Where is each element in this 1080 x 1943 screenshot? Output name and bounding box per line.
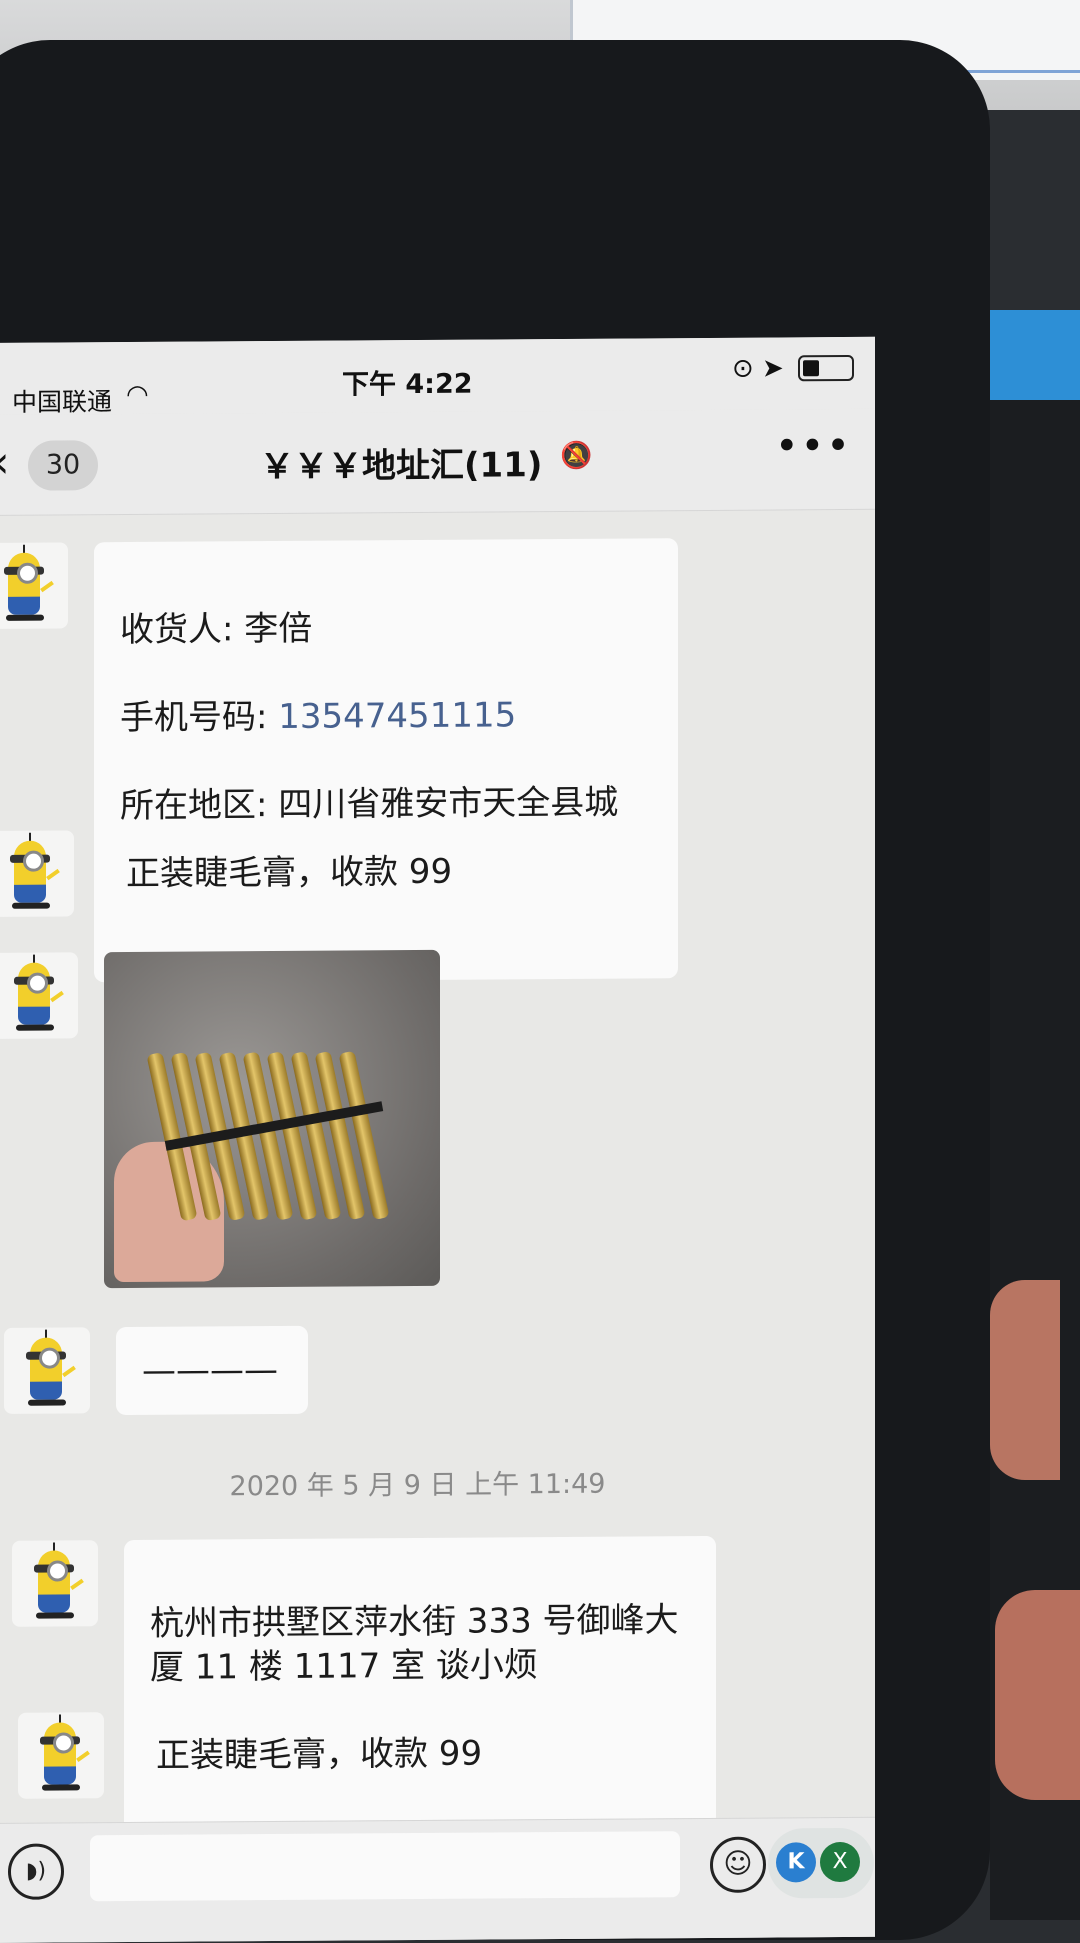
mascara-tubes-photo[interactable] — [104, 949, 440, 1289]
message-bubble[interactable]: 正装睫毛膏，收款 99 — [100, 827, 479, 919]
emoji-icon[interactable]: ☺ — [710, 1836, 766, 1893]
chat-input-bar: ◗) ☺ K X — [0, 1816, 875, 1943]
chat-screen: 中国联通 ◠ 下午 4:22 ⊙ ➤ ‹ 30 ￥￥￥地址汇(11) 🔕 •••… — [0, 336, 875, 1943]
avatar[interactable] — [0, 952, 78, 1039]
wifi-icon: ◠ — [126, 379, 149, 411]
message-input[interactable] — [90, 1831, 680, 1902]
chat-timestamp: 2020 年 5 月 9 日 上午 11:49 — [229, 1468, 606, 1503]
avatar[interactable] — [4, 1327, 90, 1414]
message-text: 杭州市拱墅区萍水街 333 号御峰大 厦 11 楼 1117 室 谈小烦 — [150, 1600, 679, 1688]
status-bar: 中国联通 ◠ 下午 4:22 ⊙ ➤ — [0, 336, 875, 417]
finger — [995, 1590, 1080, 1800]
message-row: 正装睫毛膏，收款 99 — [18, 1709, 509, 1801]
message-line: 所在地区: 四川省雅安市天全县城 — [120, 782, 619, 827]
message-row: 正装睫毛膏，收款 99 — [0, 827, 479, 919]
more-dots-icon[interactable]: ••• — [775, 423, 852, 470]
avatar[interactable] — [18, 1712, 104, 1799]
phone-frame: 中国联通 ◠ 下午 4:22 ⊙ ➤ ‹ 30 ￥￥￥地址汇(11) 🔕 •••… — [0, 40, 990, 1943]
message-bubble[interactable]: 正装睫毛膏，收款 99 — [130, 1709, 509, 1801]
voice-icon[interactable]: ◗) — [8, 1843, 64, 1900]
battery-icon — [798, 354, 854, 382]
finger — [990, 1280, 1060, 1480]
avatar[interactable] — [0, 830, 74, 917]
unread-count-badge[interactable]: 30 — [28, 440, 98, 491]
background-blue-screen — [990, 310, 1080, 400]
message-row: ———— — [4, 1325, 308, 1416]
message-row — [0, 949, 440, 1289]
message-line: 收货人: 李倍 — [120, 608, 313, 651]
avatar[interactable] — [0, 542, 68, 630]
status-time: 下午 4:22 — [342, 368, 473, 401]
k-app-icon[interactable]: K — [776, 1842, 816, 1883]
excel-app-icon[interactable]: X — [820, 1841, 860, 1883]
message-line: 手机号码: 13547451115 — [120, 695, 517, 739]
message-bubble[interactable]: ———— — [116, 1325, 308, 1416]
bell-muted-icon: 🔕 — [560, 440, 593, 472]
chevron-left-icon[interactable]: ‹ — [0, 437, 10, 488]
phone-link[interactable]: 13547451115 — [278, 695, 516, 737]
floating-app-overlay[interactable]: K X — [768, 1827, 874, 1899]
location-lock-icon: ⊙ ➤ — [732, 353, 784, 384]
chat-title: ￥￥￥地址汇(11) — [260, 445, 543, 488]
chat-header: ‹ 30 ￥￥￥地址汇(11) 🔕 ••• — [0, 408, 875, 517]
avatar[interactable] — [12, 1540, 98, 1627]
